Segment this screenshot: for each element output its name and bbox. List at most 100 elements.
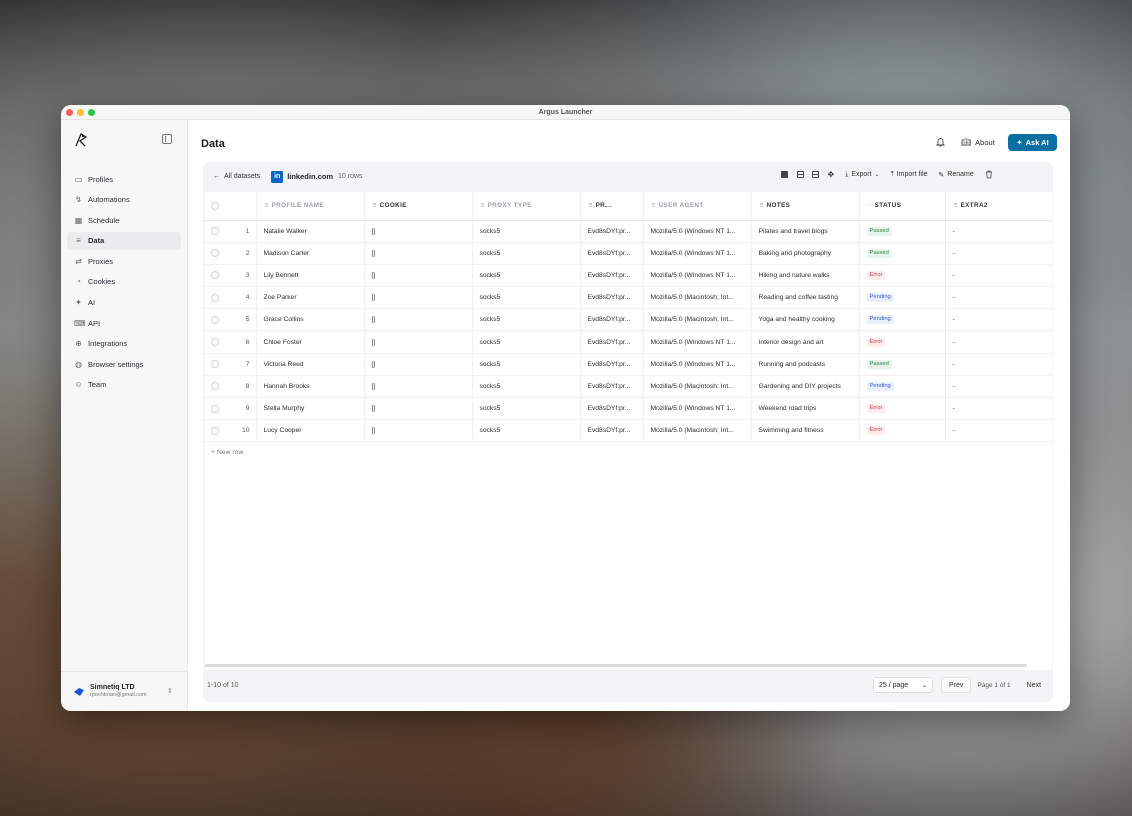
cell-proxy-type[interactable]: socks5 [472, 419, 581, 443]
sidebar-item-data[interactable]: ≡ Data [67, 231, 181, 250]
cell-notes[interactable]: Reading and coffee tasting [751, 286, 860, 310]
sidebar-item-browser-settings[interactable]: ◍ Browser settings [67, 355, 181, 373]
cell-proxy[interactable]: Evd8sDYf:pr... [580, 330, 644, 354]
cell-notes[interactable]: Swimming and fitness [751, 419, 860, 443]
cell-cookie[interactable]: [] [364, 353, 473, 376]
select-all-checkbox-cell[interactable] [205, 192, 227, 221]
import-file-button[interactable]: ⤒ Import file [891, 171, 928, 179]
cell-proxy[interactable]: Evd8sDYf:pr... [580, 308, 644, 332]
column-header-proxy[interactable]: ≡ PR... [580, 192, 644, 221]
compact-view-icon[interactable] [796, 171, 804, 178]
cell-notes[interactable]: Hiking and nature walks [751, 264, 860, 288]
cell-status[interactable]: Error [859, 330, 946, 354]
organization-switcher[interactable]: Simnetiq LTD rpochtman@gmail.com ⇕ [61, 671, 187, 711]
ask-ai-button[interactable]: ✦ Ask AI [1008, 134, 1057, 151]
cell-extra2[interactable]: - [945, 264, 1052, 288]
cell-proxy-type[interactable]: socks5 [472, 308, 581, 332]
table-row[interactable]: 2 Madison Carter[] socks5 Evd8sDYf:pr... Moz… [205, 242, 1052, 265]
cell-cookie[interactable]: [] [364, 242, 473, 265]
new-row-button[interactable]: + New row [205, 442, 1052, 456]
cell-user-agent[interactable]: Mozilla/5.0 (Windows NT 1... [643, 264, 752, 288]
cell-user-agent[interactable]: Mozilla/5.0 (Macintosh; Int... [643, 419, 752, 443]
split-view-icon[interactable] [812, 171, 819, 178]
cell-status[interactable]: Passed [859, 353, 946, 376]
table-row[interactable]: 10 Lucy Cooper[] socks5 Evd8sDYf:pr... Mozil… [205, 419, 1052, 443]
cell-cookie[interactable]: [] [364, 375, 473, 399]
cell-profile-name[interactable]: Lily Bennett [256, 264, 365, 288]
cell-profile-name[interactable]: Chloe Foster [256, 330, 365, 354]
cell-extra2[interactable]: - [945, 397, 1052, 421]
cell-proxy[interactable]: Evd8sDYf:pr... [580, 264, 644, 288]
row-checkbox[interactable] [211, 315, 219, 324]
table-view-icon[interactable] [781, 171, 788, 178]
cell-extra2[interactable]: - [945, 308, 1052, 332]
cell-extra2[interactable]: - [945, 375, 1052, 399]
sidebar-item-team[interactable]: ☺ Team [67, 376, 181, 394]
cell-proxy[interactable]: Evd8sDYf:pr... [580, 419, 644, 443]
sidebar-item-automations[interactable]: ↯ Automations [67, 191, 181, 209]
sidebar-item-profiles[interactable]: ▭ Profiles [67, 170, 181, 188]
cell-status[interactable]: Error [859, 264, 946, 288]
column-header-status[interactable]: ◌ STATUS [859, 192, 946, 221]
rename-button[interactable]: ✎ Rename [938, 171, 973, 179]
cell-proxy-type[interactable]: socks5 [472, 375, 581, 399]
cell-notes[interactable]: Gardening and DIY projects [751, 375, 860, 399]
cell-status[interactable]: Passed [859, 220, 946, 243]
cell-notes[interactable]: Yoga and healthy cooking [751, 308, 860, 332]
table-row[interactable]: 3 Lily Bennett[] socks5 Evd8sDYf:pr... Mozil… [205, 264, 1052, 288]
cell-extra2[interactable]: - [945, 419, 1052, 443]
cell-status[interactable]: Error [859, 419, 946, 443]
cell-proxy-type[interactable]: socks5 [472, 397, 581, 421]
row-checkbox-cell[interactable] [205, 264, 227, 288]
sidebar-item-schedule[interactable]: ▦ Schedule [67, 211, 181, 229]
cell-cookie[interactable]: [] [364, 286, 473, 310]
cell-proxy[interactable]: Evd8sDYf:pr... [580, 353, 644, 376]
column-header-profile-name[interactable]: ≡ PROFILE NAME [256, 192, 365, 221]
row-checkbox-cell[interactable] [205, 353, 227, 376]
table-row[interactable]: 9 Stella Murphy[] socks5 Evd8sDYf:pr... Mozi… [205, 397, 1052, 421]
column-header-notes[interactable]: ≡ NOTES [751, 192, 860, 221]
row-checkbox-cell[interactable] [205, 286, 227, 310]
cell-profile-name[interactable]: Stella Murphy [256, 397, 365, 421]
cell-cookie[interactable]: [] [364, 330, 473, 354]
cell-profile-name[interactable]: Lucy Cooper [256, 419, 365, 443]
page-size-select[interactable]: 25 / page ⌄ [873, 677, 933, 693]
collapse-sidebar-icon[interactable] [162, 134, 172, 144]
cell-user-agent[interactable]: Mozilla/5.0 (Windows NT 1... [643, 353, 752, 376]
cell-cookie[interactable]: [] [364, 419, 473, 443]
select-all-checkbox[interactable] [211, 201, 219, 210]
cell-notes[interactable]: Running and podcasts [751, 353, 860, 376]
cell-proxy-type[interactable]: socks5 [472, 330, 581, 354]
cell-status[interactable]: Pending [859, 375, 946, 399]
cell-user-agent[interactable]: Mozilla/5.0 (Macintosh; Int... [643, 375, 752, 399]
table-row[interactable]: 6 Chloe Foster[] socks5 Evd8sDYf:pr... Mozil… [205, 330, 1052, 354]
cell-notes[interactable]: Weekend road trips [751, 397, 860, 421]
row-checkbox[interactable] [211, 227, 219, 236]
cell-user-agent[interactable]: Mozilla/5.0 (Macintosh; Int... [643, 286, 752, 310]
sidebar-item-proxies[interactable]: ⇄ Proxies [67, 252, 181, 270]
cell-extra2[interactable]: - [945, 286, 1052, 310]
row-checkbox-cell[interactable] [205, 397, 227, 421]
delete-button[interactable] [985, 170, 993, 179]
row-checkbox[interactable] [211, 293, 219, 302]
cell-extra2[interactable]: - [945, 353, 1052, 376]
row-checkbox[interactable] [211, 338, 219, 347]
cell-cookie[interactable]: [] [364, 264, 473, 288]
sidebar-item-cookies[interactable]: ◔ Cookies [67, 273, 181, 291]
cell-user-agent[interactable]: Mozilla/5.0 (Macintosh; Int... [643, 308, 752, 332]
cell-proxy-type[interactable]: socks5 [472, 353, 581, 376]
column-header-proxy-type[interactable]: ≡ PROXY TYPE [472, 192, 581, 221]
next-page-button[interactable]: Next [1019, 677, 1049, 693]
column-header-extra2[interactable]: ≡ EXTRA2 [945, 192, 1052, 221]
column-header-cookie[interactable]: ≡ COOKIE [364, 192, 473, 221]
cell-proxy-type[interactable]: socks5 [472, 220, 581, 243]
export-button[interactable]: ⤓ Export ⌄ [845, 171, 879, 179]
cell-extra2[interactable]: - [945, 330, 1052, 354]
cell-profile-name[interactable]: Hannah Brooks [256, 375, 365, 399]
cell-notes[interactable]: Interior design and art [751, 330, 860, 354]
cell-profile-name[interactable]: Grace Collins [256, 308, 365, 332]
horizontal-scrollbar[interactable] [205, 664, 1027, 667]
cell-user-agent[interactable]: Mozilla/5.0 (Windows NT 1... [643, 242, 752, 265]
table-row[interactable]: 1 Natalie Walker[] socks5 Evd8sDYf:pr... Moz… [205, 220, 1052, 243]
cell-extra2[interactable]: - [945, 220, 1052, 243]
